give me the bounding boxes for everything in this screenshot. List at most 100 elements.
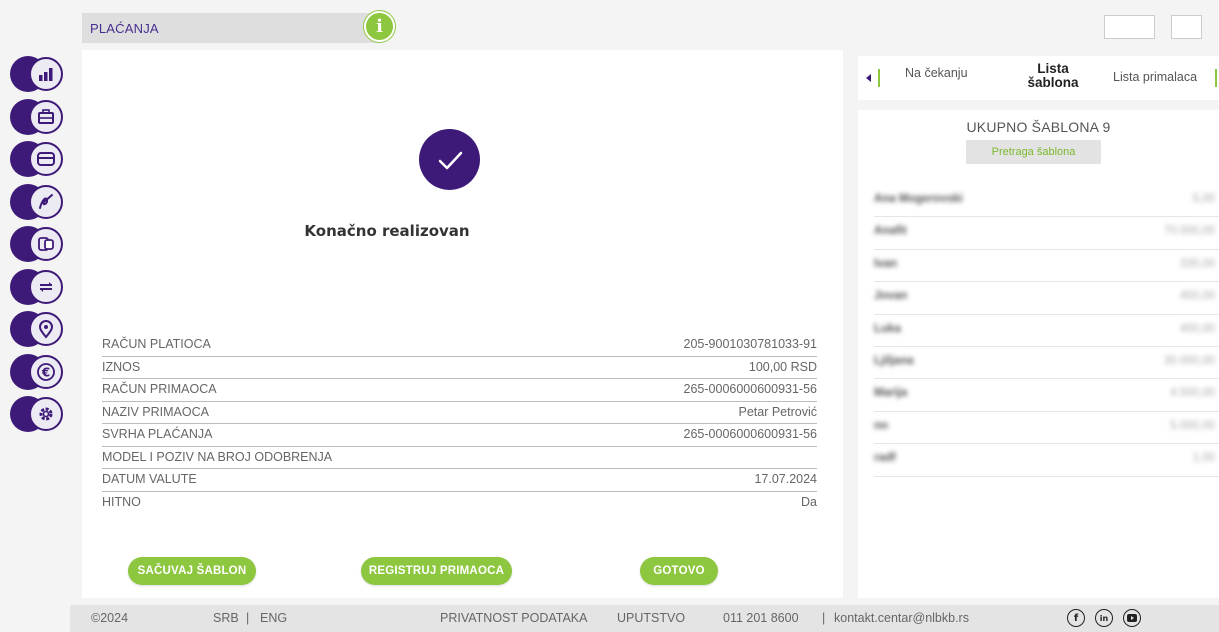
- payment-status-title: Konačno realizovan: [304, 222, 470, 240]
- card-icon: [37, 152, 55, 166]
- section-header: PLAĆANJA: [82, 13, 377, 43]
- detail-value: 265-0006000600931-56: [683, 427, 817, 441]
- template-amount: 1,00: [1192, 452, 1215, 465]
- sidebar-item-transfers[interactable]: [10, 268, 66, 305]
- template-name: Jovan: [874, 290, 908, 303]
- sidebar-item-cards[interactable]: [10, 141, 66, 177]
- chart-icon: [39, 68, 53, 81]
- tab-templates-line1: Lista: [1037, 61, 1069, 76]
- checkmark-icon: [438, 151, 462, 169]
- detail-label: IZNOS: [102, 359, 141, 374]
- register-recipient-button[interactable]: REGISTRUJ PRIMAOCA: [361, 557, 512, 585]
- detail-row: DATUM VALUTE 17.07.2024: [102, 469, 817, 492]
- signature-icon: [39, 193, 53, 209]
- sidebar-item-exchange[interactable]: [10, 226, 66, 262]
- footer: ©2024 SRB | ENG PRIVATNOST PODATAKA UPUT…: [70, 605, 1219, 632]
- sidebar-item-business[interactable]: [10, 98, 66, 135]
- info-button[interactable]: i: [364, 11, 395, 42]
- template-name: Luka: [874, 322, 901, 335]
- transfer-icon: [40, 281, 52, 292]
- template-amount: 70.000,00: [1163, 225, 1215, 238]
- templates-panel: UKUPNO ŠABLONA 9 Pretraga šablona Ana Mo…: [858, 110, 1219, 598]
- tabs-next-button[interactable]: [1215, 69, 1219, 87]
- detail-row: HITNO Da: [102, 492, 817, 515]
- contact-email[interactable]: kontakt.centar@nlbkb.rs: [834, 611, 969, 625]
- lang-eng-link[interactable]: ENG: [260, 611, 287, 625]
- payment-result-card: Konačno realizovan RAČUN PLATIOCA 205-900…: [82, 50, 843, 598]
- privacy-link[interactable]: PRIVATNOST PODATAKA: [440, 611, 587, 625]
- page: PLAĆANJA i € Konačno realizovan RAČUN PL…: [0, 0, 1219, 632]
- template-amount: 400,00: [1179, 322, 1215, 335]
- template-row[interactable]: Ivan 330,00: [874, 250, 1219, 283]
- sidebar-item-signature[interactable]: [10, 183, 66, 220]
- guide-link[interactable]: UPUTSTVO: [617, 611, 685, 625]
- template-row[interactable]: Ana Mogerovski 5,00: [874, 185, 1219, 218]
- tab-pending[interactable]: Na čekanju: [905, 66, 968, 80]
- sidebar: €: [10, 56, 70, 439]
- detail-label: HITNO: [102, 494, 141, 509]
- template-amount: 5,00: [1192, 193, 1215, 205]
- info-icon: i: [376, 15, 383, 37]
- tabs-prev-button[interactable]: [866, 69, 880, 87]
- top-action-box-2[interactable]: [1171, 15, 1202, 39]
- done-button[interactable]: GOTOVO: [640, 557, 718, 585]
- tab-templates-line2: šablona: [1027, 75, 1079, 90]
- template-row[interactable]: Marija 4.500,00: [874, 379, 1219, 412]
- templates-total: UKUPNO ŠABLONA 9: [966, 119, 1111, 135]
- contact-separator: |: [822, 611, 826, 625]
- sidebar-item-accounts[interactable]: [10, 56, 66, 92]
- template-name: Anafit: [874, 225, 907, 238]
- template-row[interactable]: Luka 400,00: [874, 315, 1219, 347]
- save-template-button[interactable]: SAČUVAJ ŠABLON: [128, 557, 256, 585]
- template-row[interactable]: Ljiljana 30.000,00: [874, 347, 1219, 380]
- detail-label: RAČUN PLATIOCA: [102, 337, 211, 351]
- lang-srb-link[interactable]: SRB: [213, 611, 239, 625]
- svg-text:€: €: [41, 365, 50, 379]
- right-panel-tabs: Na čekanju Lista šablona Lista primalaca: [858, 56, 1219, 100]
- detail-row: MODEL I POZIV NA BROJ ODOBRENJA: [102, 447, 817, 469]
- template-name: Ivan: [874, 257, 898, 270]
- detail-row: RAČUN PLATIOCA 205-9001030781033-91: [102, 334, 817, 357]
- detail-row: RAČUN PRIMAOCA 265-0006000600931-56: [102, 379, 817, 402]
- templates-list: Ana Mogerovski 5,00 Anafit 70.000,00 Ivan 3…: [874, 185, 1219, 477]
- template-amount: 5.000,00: [1170, 419, 1215, 432]
- template-row[interactable]: nn 5.000,00: [874, 412, 1219, 445]
- detail-value: 205-9001030781033-91: [683, 337, 817, 351]
- detail-value: Petar Petrović: [738, 404, 817, 419]
- linkedin-icon[interactable]: in: [1095, 609, 1113, 627]
- facebook-icon[interactable]: f: [1067, 609, 1085, 627]
- detail-row: NAZIV PRIMAOCA Petar Petrović: [102, 402, 817, 424]
- template-name: Ljiljana: [874, 354, 914, 367]
- sidebar-item-settings[interactable]: [10, 396, 66, 432]
- detail-value: Da: [801, 494, 817, 509]
- exchange-icon: [38, 237, 54, 251]
- sidebar-item-currency[interactable]: €: [10, 353, 66, 390]
- sidebar-item-locations[interactable]: [10, 311, 66, 347]
- template-row[interactable]: radf 1,00: [874, 444, 1219, 477]
- detail-label: NAZIV PRIMAOCA: [102, 404, 209, 419]
- briefcase-icon: [38, 108, 54, 124]
- template-amount: 330,00: [1179, 257, 1215, 270]
- detail-label: MODEL I POZIV NA BROJ ODOBRENJA: [102, 449, 333, 464]
- detail-label: SVRHA PLAĆANJA: [102, 427, 213, 441]
- detail-label: RAČUN PRIMAOCA: [102, 382, 217, 396]
- template-name: Marija: [874, 387, 908, 400]
- template-row[interactable]: Jovan 450,00: [874, 282, 1219, 315]
- tab-templates[interactable]: Lista šablona: [1018, 62, 1088, 90]
- template-name: radf: [874, 452, 896, 465]
- payment-details: RAČUN PLATIOCA 205-9001030781033-91 IZNOS…: [102, 334, 817, 514]
- template-row[interactable]: Anafit 70.000,00: [874, 217, 1219, 250]
- tab-recipients[interactable]: Lista primalaca: [1113, 70, 1197, 84]
- section-title: PLAĆANJA: [90, 21, 159, 36]
- search-templates-button[interactable]: Pretraga šablona: [966, 140, 1101, 164]
- youtube-icon[interactable]: [1123, 609, 1141, 627]
- detail-row: IZNOS 100,00 RSD: [102, 357, 817, 379]
- detail-value: 17.07.2024: [754, 472, 817, 486]
- template-name: nn: [874, 419, 889, 432]
- top-action-box-1[interactable]: [1104, 15, 1155, 39]
- copyright: ©2024: [91, 611, 129, 625]
- template-amount: 4.500,00: [1170, 387, 1215, 400]
- detail-label: DATUM VALUTE: [102, 472, 197, 486]
- detail-row: SVRHA PLAĆANJA 265-0006000600931-56: [102, 424, 817, 447]
- detail-value: 100,00 RSD: [748, 359, 817, 374]
